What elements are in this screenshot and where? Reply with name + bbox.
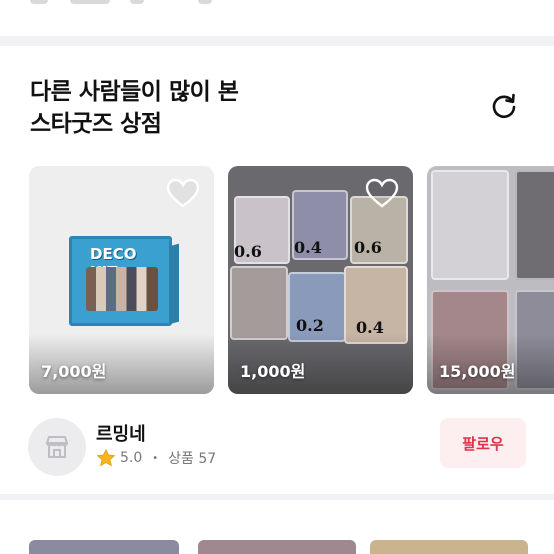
photocard: [230, 266, 288, 340]
product-photo: [86, 267, 158, 311]
product-price: 15,000원: [439, 362, 516, 381]
product-card[interactable]: DECO KIT 7,000원: [29, 166, 214, 394]
cut-off-text: [30, 0, 48, 4]
section-title-line1: 다른 사람들이 많이 본: [30, 79, 239, 105]
refresh-button[interactable]: [488, 90, 520, 122]
handwritten-label: 0.6: [234, 242, 262, 261]
store-icon: [46, 436, 68, 458]
heart-icon[interactable]: [166, 178, 200, 210]
photocard: [431, 170, 509, 280]
seller-avatar[interactable]: [28, 418, 86, 476]
seller-meta: 5.0 • 상품 57: [96, 448, 216, 468]
cut-off-text: [198, 0, 212, 4]
section-title: 다른 사람들이 많이 본 스타굿즈 상점: [30, 76, 239, 140]
product-card[interactable]: 15,000원: [427, 166, 554, 394]
product-image: DECO KIT: [69, 236, 179, 326]
box-edge: [169, 243, 179, 325]
seller-product-count: 상품 57: [168, 451, 217, 467]
seller-rating: 5.0: [120, 450, 143, 466]
product-price: 7,000원: [41, 362, 107, 381]
thumbnail-peek: [29, 540, 179, 554]
section-title-line2: 스타굿즈 상점: [30, 111, 162, 137]
recommended-shops-section: 다른 사람들이 많이 본 스타굿즈 상점 DECO KIT 7,000원 0.6…: [0, 46, 554, 494]
seller-name[interactable]: 르밍네: [96, 420, 146, 446]
thumbnail-peek: [370, 540, 528, 554]
refresh-icon: [492, 93, 516, 119]
next-section: [0, 500, 554, 554]
handwritten-label: 0.6: [354, 238, 382, 257]
handwritten-label: 0.2: [296, 316, 324, 335]
follow-button[interactable]: 팔로우: [440, 418, 526, 468]
cut-off-text: [130, 0, 144, 4]
meta-separator: •: [152, 452, 159, 464]
thumbnail-peek: [198, 540, 356, 554]
handwritten-label: 0.4: [294, 238, 322, 257]
heart-icon[interactable]: [365, 178, 399, 210]
star-icon: [97, 449, 115, 466]
cut-off-text: [70, 0, 110, 4]
top-strip: [0, 0, 554, 36]
seller-row[interactable]: 르밍네 5.0 • 상품 57 팔로우: [28, 418, 528, 476]
product-card[interactable]: 0.6 0.4 0.6 0.2 0.4 1,000원: [228, 166, 413, 394]
product-price: 1,000원: [240, 362, 306, 381]
photocard: [515, 170, 554, 280]
